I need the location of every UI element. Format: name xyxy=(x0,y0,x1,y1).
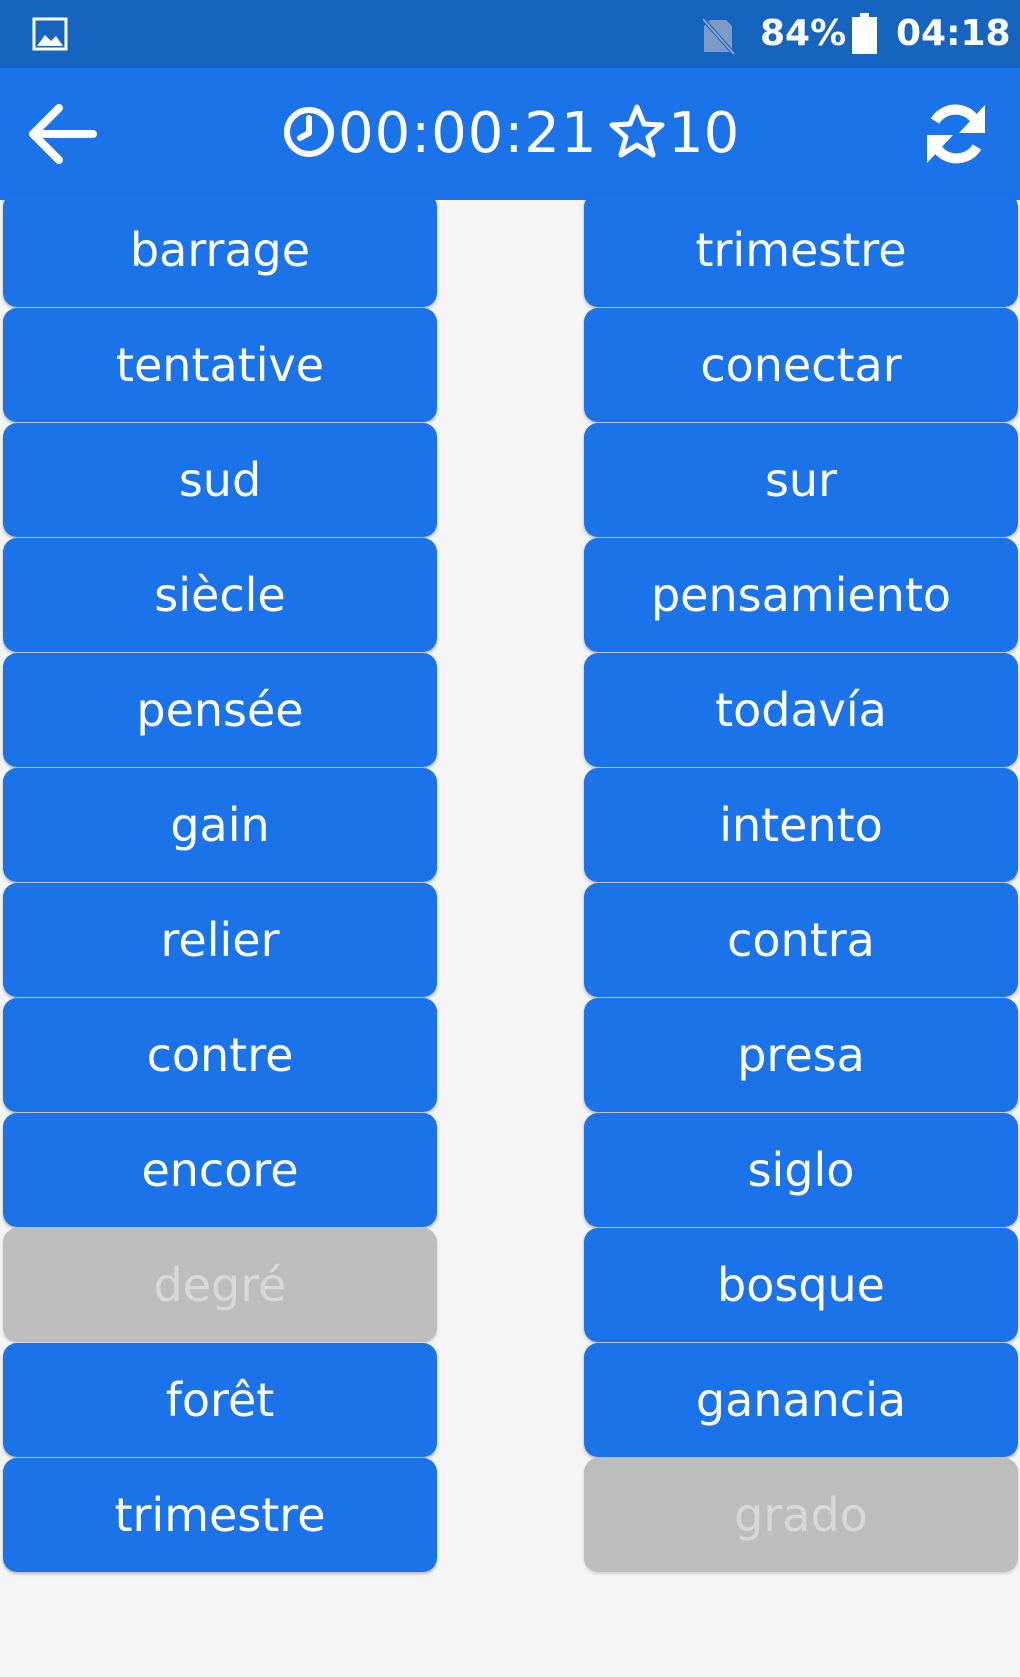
word-label: trimestre xyxy=(114,1488,326,1542)
right-word-tile[interactable]: contra xyxy=(584,883,1018,997)
right-word-tile[interactable]: conectar xyxy=(584,308,1018,422)
timer-value: 00:00:21 xyxy=(338,101,598,166)
left-word-tile[interactable]: tentative xyxy=(3,308,437,422)
word-label: barrage xyxy=(129,223,311,277)
left-word-tile[interactable]: contre xyxy=(3,998,437,1112)
word-label: siècle xyxy=(154,568,286,622)
left-word-tile[interactable]: pensée xyxy=(3,653,437,767)
word-label: ganancia xyxy=(695,1373,907,1427)
refresh-icon xyxy=(921,99,991,173)
timer: 00:00:21 xyxy=(282,98,598,170)
clock-icon xyxy=(282,105,338,163)
word-label: grado xyxy=(734,1488,868,1542)
right-word-tile[interactable]: pensamiento xyxy=(584,538,1018,652)
right-word-tile[interactable]: presa xyxy=(584,998,1018,1112)
word-label: bosque xyxy=(717,1258,885,1312)
word-grid: barrage tentative sud siècle pensée gain… xyxy=(0,193,1020,1677)
left-word-tile[interactable]: degré xyxy=(3,1228,437,1342)
right-word-tile[interactable]: ganancia xyxy=(584,1343,1018,1457)
gallery-icon xyxy=(32,17,68,51)
status-bar: 84% 04:18 xyxy=(0,0,1020,68)
word-label: conectar xyxy=(700,338,902,392)
word-label: contre xyxy=(146,1028,294,1082)
right-word-tile[interactable]: intento xyxy=(584,768,1018,882)
word-label: siglo xyxy=(747,1143,855,1197)
word-label: gain xyxy=(170,798,270,852)
back-arrow-icon xyxy=(27,104,97,168)
word-label: intento xyxy=(719,798,883,852)
word-label: todavía xyxy=(715,683,887,737)
word-label: tentative xyxy=(115,338,325,392)
left-word-tile[interactable]: relier xyxy=(3,883,437,997)
star-outline-icon xyxy=(608,103,668,165)
score: 10 xyxy=(608,98,739,170)
word-label: pensée xyxy=(136,683,304,737)
left-word-tile[interactable]: siècle xyxy=(3,538,437,652)
left-word-tile[interactable]: forêt xyxy=(3,1343,437,1457)
word-label: relier xyxy=(160,913,280,967)
right-word-tile[interactable]: sur xyxy=(584,423,1018,537)
right-word-tile[interactable]: trimestre xyxy=(584,193,1018,307)
battery-icon xyxy=(851,13,878,55)
right-word-tile[interactable]: todavía xyxy=(584,653,1018,767)
word-label: forêt xyxy=(165,1373,275,1427)
word-label: degré xyxy=(153,1258,287,1312)
left-word-tile[interactable]: trimestre xyxy=(3,1458,437,1572)
left-word-tile[interactable]: encore xyxy=(3,1113,437,1227)
left-word-tile[interactable]: barrage xyxy=(3,193,437,307)
no-sim-icon xyxy=(700,16,736,56)
word-label: sur xyxy=(764,453,838,507)
right-word-tile[interactable]: grado xyxy=(584,1458,1018,1572)
right-word-tile[interactable]: siglo xyxy=(584,1113,1018,1227)
status-clock: 04:18 xyxy=(896,13,1011,54)
word-label: presa xyxy=(737,1028,865,1082)
word-label: contra xyxy=(727,913,875,967)
word-label: trimestre xyxy=(695,223,907,277)
word-label: sud xyxy=(178,453,262,507)
left-word-tile[interactable]: sud xyxy=(3,423,437,537)
app-bar: 00:00:21 10 xyxy=(0,68,1020,200)
score-value: 10 xyxy=(668,101,740,166)
word-label: pensamiento xyxy=(650,568,952,622)
left-word-tile[interactable]: gain xyxy=(3,768,437,882)
refresh-button[interactable] xyxy=(916,96,996,176)
right-word-tile[interactable]: bosque xyxy=(584,1228,1018,1342)
word-label: encore xyxy=(141,1143,299,1197)
back-button[interactable] xyxy=(22,96,102,176)
battery-percent: 84% xyxy=(760,13,847,54)
